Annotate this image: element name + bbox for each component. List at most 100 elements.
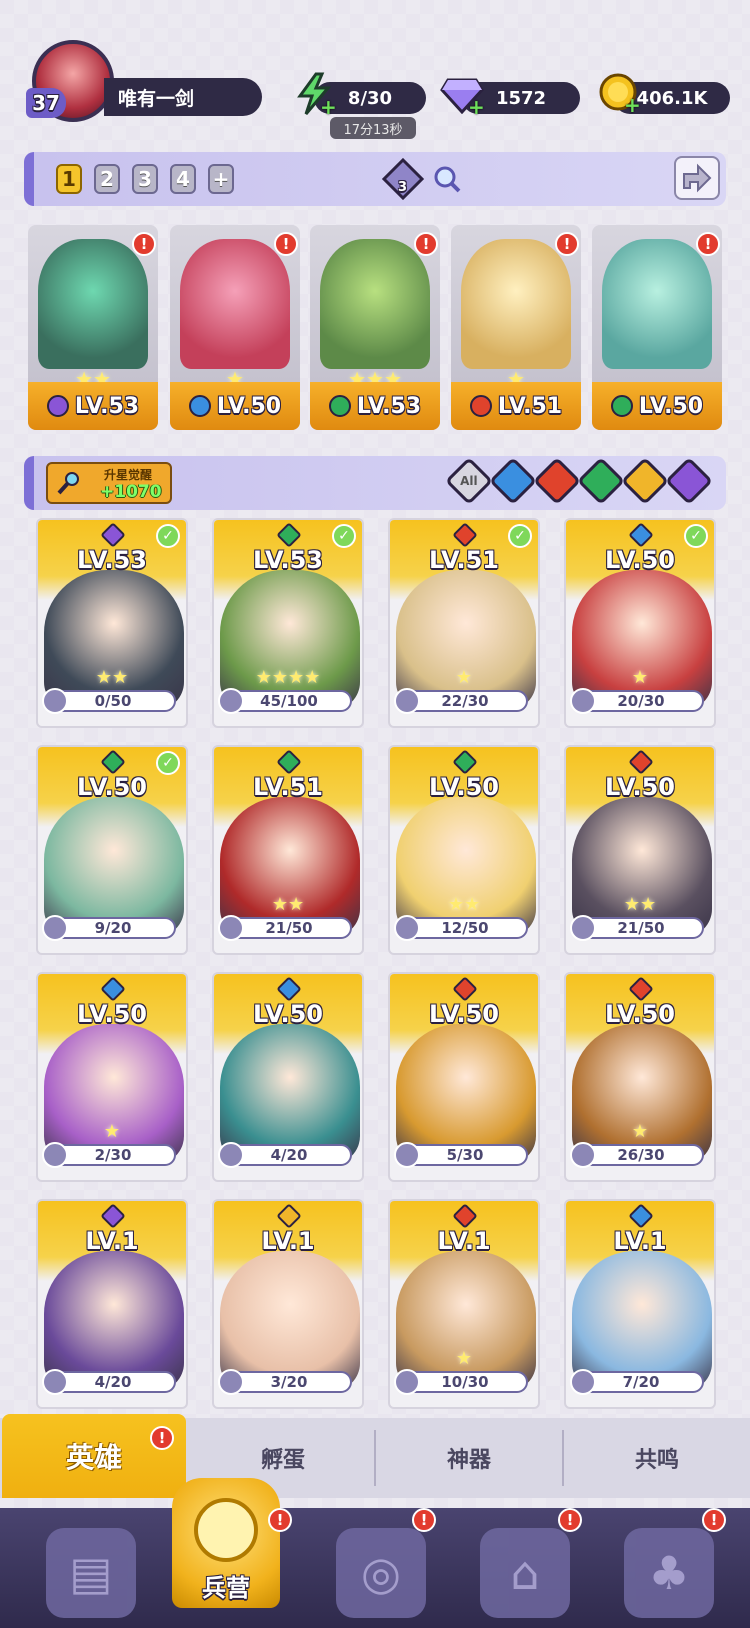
tab-artifact[interactable]: 神器 — [376, 1418, 562, 1498]
team-tab-2[interactable]: 2 — [94, 164, 120, 194]
hero-level: LV.51 — [497, 393, 563, 419]
fragment-icon — [394, 1142, 420, 1168]
team-tab-3[interactable]: 3 — [132, 164, 158, 194]
fragment-icon — [218, 1369, 244, 1395]
star-rating: ★ — [103, 1121, 121, 1142]
alert-badge-icon: ! — [268, 1508, 292, 1532]
awaken-value: +1070 — [100, 482, 162, 502]
hero-portrait — [396, 1024, 536, 1164]
hero-card[interactable]: LV.1 ★ 10/30 — [388, 1199, 540, 1409]
hero-portrait — [220, 1024, 360, 1164]
lightning-icon[interactable]: + — [292, 72, 337, 117]
hero-card[interactable]: LV.53 ✓ ★★ 0/50 — [36, 518, 188, 728]
hero-portrait — [220, 1251, 360, 1391]
fragment-progress: 0/50 — [50, 690, 176, 712]
hero-card[interactable]: LV.50 ★★ 21/50 — [564, 745, 716, 955]
hero-portrait — [220, 570, 360, 710]
hero-card[interactable]: LV.50 ★ 2/30 — [36, 972, 188, 1182]
shrine-icon[interactable]: ⌂ — [480, 1528, 570, 1618]
hero-card[interactable]: LV.1 7/20 — [564, 1199, 716, 1409]
hero-portrait — [572, 797, 712, 937]
hero-card[interactable]: LV.50 ★★ 12/50 — [388, 745, 540, 955]
hero-portrait — [44, 1251, 184, 1391]
star-rating: ★ — [455, 667, 473, 688]
magnify-icon[interactable] — [432, 164, 462, 194]
hero-card[interactable]: LV.51 ✓ ★ 22/30 — [388, 518, 540, 728]
hero-portrait — [396, 570, 536, 710]
hero-card[interactable]: LV.50 ✓ 9/20 — [36, 745, 188, 955]
fragment-progress: 45/100 — [226, 690, 352, 712]
fragment-icon — [42, 688, 68, 714]
barracks-icon — [194, 1498, 258, 1562]
check-icon: ✓ — [156, 751, 180, 775]
fragment-icon — [394, 688, 420, 714]
hero-portrait — [220, 797, 360, 937]
hero-card[interactable]: LV.1 4/20 — [36, 1199, 188, 1409]
hero-level: LV.50 — [605, 546, 675, 574]
lineup-slot-1[interactable]: ★★ LV.53 — [28, 225, 158, 430]
key-icon — [56, 470, 82, 496]
lineup-slot-2[interactable]: ★ LV.50 — [170, 225, 300, 430]
player-name[interactable]: 唯有一剑 — [104, 78, 262, 116]
team-bar — [24, 152, 726, 206]
hero-portrait — [396, 797, 536, 937]
lineup-slot-3[interactable]: ★★★ LV.53 — [310, 225, 440, 430]
hero-card[interactable]: LV.51 ★★ 21/50 — [212, 745, 364, 955]
hero-card[interactable]: LV.1 3/20 — [212, 1199, 364, 1409]
fragment-progress: 21/50 — [578, 917, 704, 939]
fragment-progress: 10/30 — [402, 1371, 528, 1393]
hero-card[interactable]: LV.50 5/30 — [388, 972, 540, 1182]
hero-level: LV.53 — [74, 393, 140, 419]
hero-portrait — [320, 239, 430, 369]
wind-element-icon — [610, 395, 633, 417]
fragment-icon — [570, 1142, 596, 1168]
alert-badge-icon: ! — [150, 1426, 174, 1450]
star-rating: ★★ — [447, 894, 481, 915]
hero-portrait — [44, 570, 184, 710]
fragment-icon — [218, 915, 244, 941]
coin-icon[interactable]: + — [596, 70, 641, 115]
fragment-icon — [570, 915, 596, 941]
hero-card[interactable]: LV.50 ✓ ★ 20/30 — [564, 518, 716, 728]
hero-level: LV.50 — [77, 773, 147, 801]
guild-icon[interactable]: ♣ — [624, 1528, 714, 1618]
hero-level: LV.51 — [429, 546, 499, 574]
barracks-nav-button[interactable]: 兵营 — [172, 1478, 280, 1608]
fragment-progress: 9/20 — [50, 917, 176, 939]
share-icon[interactable] — [674, 156, 720, 200]
lineup-slot-4[interactable]: ★ LV.51 — [451, 225, 581, 430]
fragment-icon — [42, 1369, 68, 1395]
hero-level: LV.50 — [216, 393, 282, 419]
fragment-progress: 4/20 — [50, 1371, 176, 1393]
hero-level: LV.51 — [253, 773, 323, 801]
fragment-progress: 2/30 — [50, 1144, 176, 1166]
star-rating: ★★ — [271, 894, 305, 915]
star-rating: ★ — [631, 1121, 649, 1142]
hero-level: LV.50 — [638, 393, 704, 419]
tab-resonance[interactable]: 共鸣 — [564, 1418, 750, 1498]
alert-badge-icon: ! — [555, 232, 579, 256]
fragment-icon — [570, 688, 596, 714]
hero-level: LV.1 — [261, 1227, 315, 1255]
star-awaken-button[interactable]: 升星觉醒 +1070 — [46, 462, 172, 504]
cards-icon[interactable]: ▤ — [46, 1528, 136, 1618]
team-tab-4[interactable]: 4 — [170, 164, 196, 194]
lineup-slot-5[interactable]: LV.50 — [592, 225, 722, 430]
hero-portrait — [396, 1251, 536, 1391]
wind-element-icon — [328, 395, 351, 417]
check-icon: ✓ — [156, 524, 180, 548]
fire-element-icon — [469, 395, 492, 417]
star-rating: ★ — [455, 1348, 473, 1369]
hero-card[interactable]: LV.50 ★ 26/30 — [564, 972, 716, 1182]
hero-card[interactable]: LV.50 4/20 — [212, 972, 364, 1182]
fragment-progress: 3/20 — [226, 1371, 352, 1393]
gem-icon[interactable]: + — [440, 72, 485, 117]
hero-card[interactable]: LV.53 ✓ ★★★★ 45/100 — [212, 518, 364, 728]
hero-portrait — [572, 570, 712, 710]
map-book-icon[interactable]: ◎ — [336, 1528, 426, 1618]
team-tab-add[interactable]: + — [208, 164, 234, 194]
alert-badge-icon: ! — [414, 232, 438, 256]
hero-portrait — [180, 239, 290, 369]
team-tab-1[interactable]: 1 — [56, 164, 82, 194]
barracks-label: 兵营 — [202, 1574, 250, 1602]
